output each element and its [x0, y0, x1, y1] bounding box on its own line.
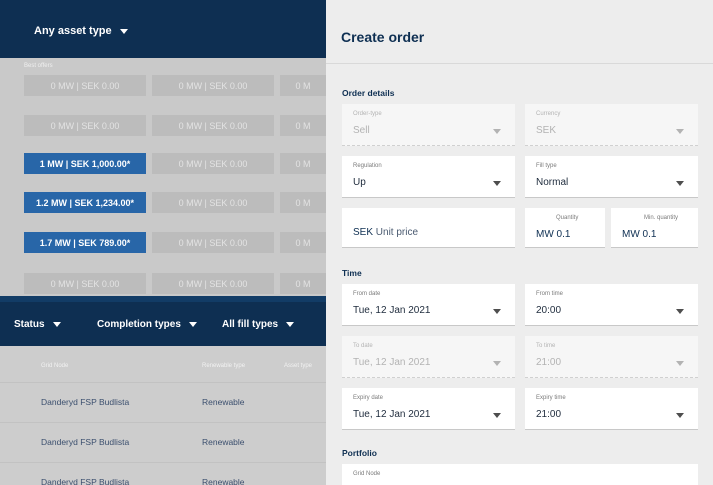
completion-types-filter[interactable]: Completion types [97, 319, 197, 330]
offer-cell[interactable]: 0 M [280, 115, 326, 136]
chevron-down-icon [676, 309, 684, 314]
to-date-select: To date Tue, 12 Jan 2021 [342, 336, 515, 378]
fill-types-filter[interactable]: All fill types [222, 319, 295, 330]
currency-value: SEK [536, 125, 557, 136]
offer-cell[interactable]: 0 MW | SEK 0.00 [152, 192, 274, 213]
regulation-label: Regulation [353, 163, 382, 169]
order-type-label: Order-type [353, 111, 382, 117]
offer-cell[interactable]: 0 MW | SEK 0.00 [24, 75, 146, 96]
chevron-down-icon [676, 181, 684, 186]
panel-title: Create order [341, 29, 425, 45]
order-details-heading: Order details [342, 88, 395, 98]
expiry-date-label: Expiry date [353, 395, 384, 401]
offer-cell[interactable]: 0 M [280, 75, 326, 96]
offer-cell[interactable]: 0 MW | SEK 0.00 [152, 153, 274, 174]
chevron-down-icon [676, 413, 684, 418]
order-type-value: Sell [353, 125, 370, 136]
from-date-select[interactable]: From date Tue, 12 Jan 2021 [342, 284, 515, 326]
min-quantity-value: MW 0.1 [622, 229, 657, 240]
column-header-renewable-type: Renewable type [202, 363, 246, 369]
asset-type-dropdown[interactable]: Any asset type [34, 25, 128, 37]
min-quantity-input[interactable]: Min. quantity MW 0.1 [611, 208, 698, 248]
offer-cell[interactable]: 0 M [280, 232, 326, 253]
to-time-value: 21:00 [536, 357, 562, 368]
currency-select: Currency SEK [525, 104, 698, 146]
chevron-down-icon [493, 129, 501, 134]
chevron-down-icon [286, 322, 295, 327]
from-time-label: From time [536, 291, 563, 297]
offer-cell[interactable]: 0 MW | SEK 0.00 [152, 232, 274, 253]
offer-cell[interactable]: 0 MW | SEK 0.00 [152, 75, 274, 96]
offer-cell[interactable]: 0 MW | SEK 0.00 [152, 115, 274, 136]
column-header-asset-type: Asset type [284, 363, 313, 369]
chevron-down-icon [676, 361, 684, 366]
offer-cell[interactable]: 0 MW | SEK 0.00 [24, 115, 146, 136]
grid-node-cell: Danderyd FSP Budlista [41, 397, 130, 407]
expiry-time-select[interactable]: Expiry time 21:00 [525, 388, 698, 430]
from-date-label: From date [353, 291, 381, 297]
chevron-down-icon [493, 413, 501, 418]
to-time-select: To time 21:00 [525, 336, 698, 378]
min-quantity-label: Min. quantity [644, 215, 679, 221]
to-time-label: To time [536, 343, 556, 349]
unit-price-placeholder: Unit price [375, 227, 419, 238]
offer-cell[interactable]: 0 M [280, 153, 326, 174]
from-time-select[interactable]: From time 20:00 [525, 284, 698, 326]
fill-type-value: Normal [536, 177, 569, 188]
panel-header: Create order [326, 0, 713, 64]
unit-price-currency: SEK [353, 227, 374, 238]
currency-label: Currency [536, 111, 561, 117]
offer-cell[interactable]: 0 MW | SEK 0.00 [152, 273, 274, 294]
offer-cell[interactable]: 0 MW | SEK 0.00 [24, 273, 146, 294]
chevron-down-icon [188, 322, 197, 327]
chevron-down-icon [493, 309, 501, 314]
grid-node-select[interactable]: Grid Node [342, 464, 698, 485]
create-order-panel: Create order Order details Order-type Se… [326, 0, 713, 485]
time-heading: Time [342, 268, 362, 278]
status-filter[interactable]: Status [14, 319, 61, 330]
from-time-value: 20:00 [536, 305, 562, 316]
order-type-select: Order-type Sell [342, 104, 515, 146]
best-offers-label: Best offers [24, 63, 53, 69]
renewable-type-cell: Renewable [202, 437, 245, 447]
chevron-down-icon [676, 129, 684, 134]
expiry-time-label: Expiry time [536, 395, 566, 401]
offer-cell[interactable]: 0 M [280, 273, 326, 294]
from-date-value: Tue, 12 Jan 2021 [353, 305, 431, 316]
column-header-grid-node: Grid Node [41, 363, 69, 369]
fill-type-label: Fill type [536, 163, 557, 169]
quantity-value: MW 0.1 [536, 229, 571, 240]
renewable-type-cell: Renewable [202, 397, 245, 407]
grid-node-label: Grid Node [353, 471, 381, 477]
expiry-time-value: 21:00 [536, 409, 562, 420]
renewable-type-cell: Renewable [202, 477, 245, 485]
regulation-select[interactable]: Regulation Up [342, 156, 515, 198]
quantity-label: Quantity [556, 215, 579, 221]
chevron-down-icon [493, 361, 501, 366]
grid-node-cell: Danderyd FSP Budlista [41, 477, 130, 485]
expiry-date-value: Tue, 12 Jan 2021 [353, 409, 431, 420]
unit-price-input[interactable]: SEK Unit price [342, 208, 515, 248]
completion-filter-label: Completion types [97, 319, 181, 330]
offer-cell-active[interactable]: 1.7 MW | SEK 789.00* [24, 232, 146, 253]
fill-type-select[interactable]: Fill type Normal [525, 156, 698, 198]
to-date-value: Tue, 12 Jan 2021 [353, 357, 431, 368]
offer-cell[interactable]: 0 M [280, 192, 326, 213]
unit-price-field: SEK Unit price [353, 227, 418, 238]
to-date-label: To date [353, 343, 373, 349]
chevron-down-icon [119, 28, 128, 34]
chevron-down-icon [493, 181, 501, 186]
fill-filter-label: All fill types [222, 319, 279, 330]
offer-cell-active[interactable]: 1.2 MW | SEK 1,234.00* [24, 192, 146, 213]
chevron-down-icon [52, 322, 61, 327]
status-filter-label: Status [14, 319, 45, 330]
quantity-input[interactable]: Quantity MW 0.1 [525, 208, 605, 248]
grid-node-cell: Danderyd FSP Budlista [41, 437, 130, 447]
expiry-date-select[interactable]: Expiry date Tue, 12 Jan 2021 [342, 388, 515, 430]
regulation-value: Up [353, 177, 366, 188]
asset-type-label: Any asset type [34, 25, 112, 37]
offer-cell-active[interactable]: 1 MW | SEK 1,000.00* [24, 153, 146, 174]
portfolio-heading: Portfolio [342, 448, 377, 458]
